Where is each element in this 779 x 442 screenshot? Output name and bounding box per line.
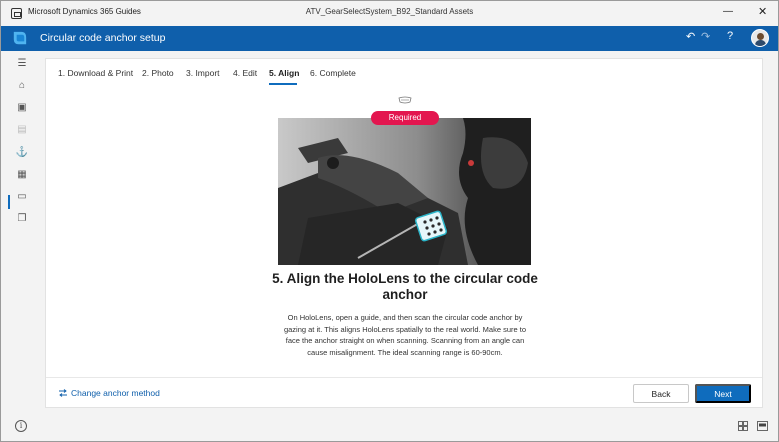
image-icon[interactable]: ▣ <box>13 99 31 115</box>
next-button[interactable]: Next <box>695 384 751 403</box>
alignment-photo <box>278 118 531 265</box>
layout-icon[interactable]: ▭ <box>13 188 31 204</box>
wizard-tabs: 1. Download & Print 2. Photo 3. Import 4… <box>46 59 762 89</box>
footer-divider <box>46 377 762 378</box>
undo-icon[interactable]: ↶ <box>686 30 695 43</box>
document-name: ATV_GearSelectSystem_B92_Standard Assets <box>305 7 474 16</box>
grid-icon[interactable]: ▦ <box>13 166 31 182</box>
page-title: Circular code anchor setup <box>40 32 166 44</box>
home-icon[interactable]: ⌂ <box>13 77 31 93</box>
hololens-headset-icon <box>398 96 412 104</box>
hamburger-menu-icon[interactable]: ☰ <box>13 55 31 71</box>
tab-complete[interactable]: 6. Complete <box>310 68 356 78</box>
title-bar: Microsoft Dynamics 365 Guides ATV_GearSe… <box>1 1 778 26</box>
guides-logo-icon <box>13 31 27 45</box>
single-view-icon[interactable] <box>757 421 768 431</box>
step-description: On HoloLens, open a guide, and then scan… <box>283 313 527 357</box>
wizard-card: 1. Download & Print 2. Photo 3. Import 4… <box>45 58 763 408</box>
left-nav-rail: ☰ ⌂ ▣ ▤ ⚓ ▦ ▭ ❐ <box>1 51 43 414</box>
minimize-icon[interactable]: — <box>723 6 733 17</box>
anchor-icon[interactable]: ⚓ <box>13 144 31 160</box>
text-block-icon[interactable]: ▤ <box>13 121 31 137</box>
close-icon[interactable]: ✕ <box>758 5 767 18</box>
tab-edit[interactable]: 4. Edit <box>233 68 257 78</box>
status-bar: i <box>1 414 778 441</box>
active-tab-underline <box>269 83 297 85</box>
layers-icon[interactable]: ❐ <box>13 210 31 226</box>
app-window: Microsoft Dynamics 365 Guides ATV_GearSe… <box>0 0 779 442</box>
avatar[interactable] <box>751 29 769 47</box>
info-icon[interactable]: i <box>15 420 27 432</box>
swap-arrows-icon <box>59 389 67 397</box>
app-header: Circular code anchor setup ↶ ↷ ? <box>1 26 778 51</box>
back-button[interactable]: Back <box>633 384 689 403</box>
grid-view-icon[interactable] <box>738 421 748 431</box>
tab-align[interactable]: 5. Align <box>269 68 299 78</box>
step-title: 5. Align the HoloLens to the circular co… <box>272 271 538 302</box>
help-icon[interactable]: ? <box>727 30 733 42</box>
tab-download-print[interactable]: 1. Download & Print <box>58 68 133 78</box>
tab-import[interactable]: 3. Import <box>186 68 220 78</box>
required-badge: Required <box>371 111 439 125</box>
active-indicator <box>8 195 10 209</box>
redo-icon[interactable]: ↷ <box>701 30 710 43</box>
tab-photo[interactable]: 2. Photo <box>142 68 174 78</box>
change-anchor-method-label: Change anchor method <box>71 388 160 398</box>
change-anchor-method-link[interactable]: Change anchor method <box>58 388 160 398</box>
